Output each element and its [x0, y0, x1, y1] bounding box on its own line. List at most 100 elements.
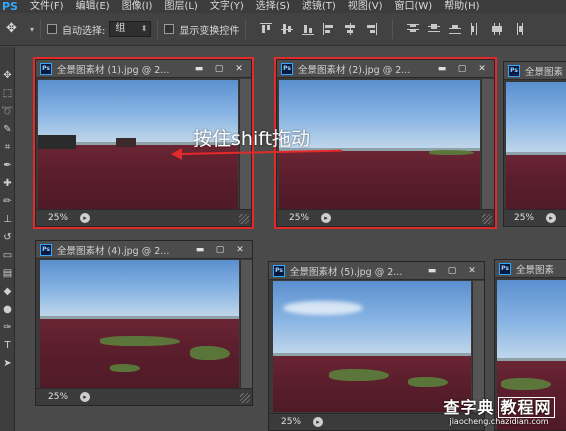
- divider: [392, 19, 394, 39]
- lasso-icon[interactable]: ➰: [1, 105, 14, 118]
- move-tool-icon[interactable]: ✥: [6, 18, 28, 40]
- distribute-right-icon[interactable]: [512, 23, 524, 35]
- distribute-bottom-icon[interactable]: [449, 23, 462, 35]
- photo-pavilion: [38, 135, 76, 149]
- close-icon[interactable]: ✕: [231, 62, 247, 76]
- eraser-icon[interactable]: ▭: [1, 249, 14, 262]
- marquee-icon[interactable]: ⬚: [1, 87, 14, 100]
- maximize-icon[interactable]: ▢: [212, 243, 228, 257]
- menu-edit[interactable]: 编辑(E): [76, 0, 110, 13]
- auto-select-dropdown[interactable]: 组: [109, 21, 152, 37]
- document-title-bar[interactable]: Ps 全景图素材 (5).jpg @ 2... ▬ ▢ ✕: [269, 262, 484, 280]
- menu-select[interactable]: 选择(S): [256, 0, 290, 13]
- document-canvas[interactable]: [40, 260, 239, 389]
- vertical-scrollbar[interactable]: [472, 281, 484, 412]
- align-top-icon[interactable]: [260, 23, 273, 35]
- vertical-scrollbar[interactable]: [240, 260, 252, 389]
- photo-hut: [116, 138, 136, 147]
- maximize-icon[interactable]: ▢: [454, 62, 470, 76]
- move-icon[interactable]: ✥: [1, 69, 14, 82]
- blur-icon[interactable]: ◆: [1, 285, 14, 298]
- align-right-icon[interactable]: [365, 23, 378, 35]
- document-title-bar[interactable]: Ps 全景图素材 (1).jpg @ 2... ▬ ▢ ✕: [36, 60, 251, 78]
- document-title-bar[interactable]: Ps 全景图素: [495, 260, 566, 278]
- close-icon[interactable]: ✕: [464, 264, 480, 278]
- healing-brush-icon[interactable]: ✚: [1, 177, 14, 190]
- divider: [245, 19, 247, 39]
- drag-arrow-head-icon: [171, 148, 182, 160]
- maximize-icon[interactable]: ▢: [444, 264, 460, 278]
- crop-icon[interactable]: ⌗: [1, 141, 14, 154]
- menu-layer[interactable]: 图层(L): [164, 0, 197, 13]
- menu-type[interactable]: 文字(Y): [210, 0, 244, 13]
- close-icon[interactable]: ✕: [232, 243, 248, 257]
- tool-preset-caret-icon[interactable]: ▾: [30, 25, 34, 34]
- photo-grass: [501, 378, 551, 390]
- document-window-3[interactable]: Ps 全景图素 25% ▸: [503, 61, 566, 227]
- zoom-level[interactable]: 25%: [48, 213, 74, 223]
- auto-select-label: 自动选择:: [62, 25, 106, 37]
- type-icon[interactable]: T: [1, 339, 14, 352]
- info-icon[interactable]: ▸: [546, 213, 556, 223]
- watermark-url: jiaocheng.chazidian.com: [449, 417, 549, 426]
- document-title: 全景图素材 (5).jpg @ 2...: [290, 266, 403, 278]
- maximize-icon[interactable]: ▢: [211, 62, 227, 76]
- watermark-box: 教程网: [497, 397, 555, 418]
- photo-grass: [429, 150, 474, 155]
- menu-bar: PS 文件(F) 编辑(E) 图像(I) 图层(L) 文字(Y) 选择(S) 滤…: [0, 0, 566, 13]
- info-icon[interactable]: ▸: [80, 213, 90, 223]
- menu-image[interactable]: 图像(I): [122, 0, 153, 13]
- info-icon[interactable]: ▸: [80, 392, 90, 402]
- document-canvas[interactable]: [506, 82, 566, 210]
- document-title-bar[interactable]: Ps 全景图素材 (4).jpg @ 2... ▬ ▢ ✕: [36, 241, 252, 259]
- auto-select-checkbox[interactable]: [47, 24, 58, 34]
- distribute-top-icon[interactable]: [407, 23, 420, 35]
- minimize-icon[interactable]: ▬: [434, 62, 450, 76]
- menu-view[interactable]: 视图(V): [348, 0, 383, 13]
- align-vcenter-icon[interactable]: [281, 23, 294, 35]
- menu-filter[interactable]: 滤镜(T): [302, 0, 336, 13]
- dodge-icon[interactable]: ●: [1, 303, 14, 316]
- photo-grass: [329, 369, 389, 381]
- close-icon[interactable]: ✕: [474, 62, 490, 76]
- menu-window[interactable]: 窗口(W): [394, 0, 432, 13]
- document-window-4[interactable]: Ps 全景图素材 (4).jpg @ 2... ▬ ▢ ✕ 25% ▸: [35, 240, 253, 406]
- history-brush-icon[interactable]: ↺: [1, 231, 14, 244]
- zoom-level[interactable]: 25%: [289, 213, 315, 223]
- resize-grip-icon[interactable]: [239, 214, 249, 224]
- vertical-scrollbar[interactable]: [481, 79, 494, 210]
- clone-stamp-icon[interactable]: ⊥: [1, 213, 14, 226]
- align-bottom-icon[interactable]: [302, 23, 315, 35]
- zoom-level[interactable]: 25%: [514, 213, 540, 223]
- minimize-icon[interactable]: ▬: [424, 264, 440, 278]
- path-select-icon[interactable]: ➤: [1, 357, 14, 370]
- document-status-bar: 25% ▸: [36, 209, 251, 226]
- gradient-icon[interactable]: ▤: [1, 267, 14, 280]
- resize-grip-icon[interactable]: [240, 393, 250, 403]
- show-transform-label: 显示变换控件: [179, 25, 240, 37]
- resize-grip-icon[interactable]: [482, 214, 492, 224]
- distribute-left-icon[interactable]: [470, 23, 482, 35]
- minimize-icon[interactable]: ▬: [192, 243, 208, 257]
- minimize-icon[interactable]: ▬: [191, 62, 207, 76]
- align-left-icon[interactable]: [323, 23, 335, 35]
- distribute-hcenter-icon[interactable]: [491, 23, 503, 35]
- document-canvas[interactable]: [273, 281, 471, 412]
- align-hcenter-icon[interactable]: [344, 23, 356, 35]
- brush-icon[interactable]: ✏: [1, 195, 14, 208]
- menu-file[interactable]: 文件(F): [30, 0, 64, 13]
- info-icon[interactable]: ▸: [321, 213, 331, 223]
- eyedropper-icon[interactable]: ✒: [1, 159, 14, 172]
- document-title: 全景图素材 (2).jpg @ 2...: [298, 64, 411, 76]
- document-title-bar[interactable]: Ps 全景图素: [504, 62, 566, 80]
- zoom-level[interactable]: 25%: [48, 392, 74, 402]
- menu-help[interactable]: 帮助(H): [444, 0, 479, 13]
- info-icon[interactable]: ▸: [313, 417, 323, 427]
- quick-select-icon[interactable]: ✎: [1, 123, 14, 136]
- zoom-level[interactable]: 25%: [281, 417, 307, 427]
- document-title-bar[interactable]: Ps 全景图素材 (2).jpg @ 2... ▬ ▢ ✕: [277, 60, 494, 78]
- photo-red-beach: [38, 145, 238, 210]
- show-transform-checkbox[interactable]: [164, 24, 175, 34]
- pen-icon[interactable]: ✑: [1, 321, 14, 334]
- distribute-vcenter-icon[interactable]: [428, 23, 441, 35]
